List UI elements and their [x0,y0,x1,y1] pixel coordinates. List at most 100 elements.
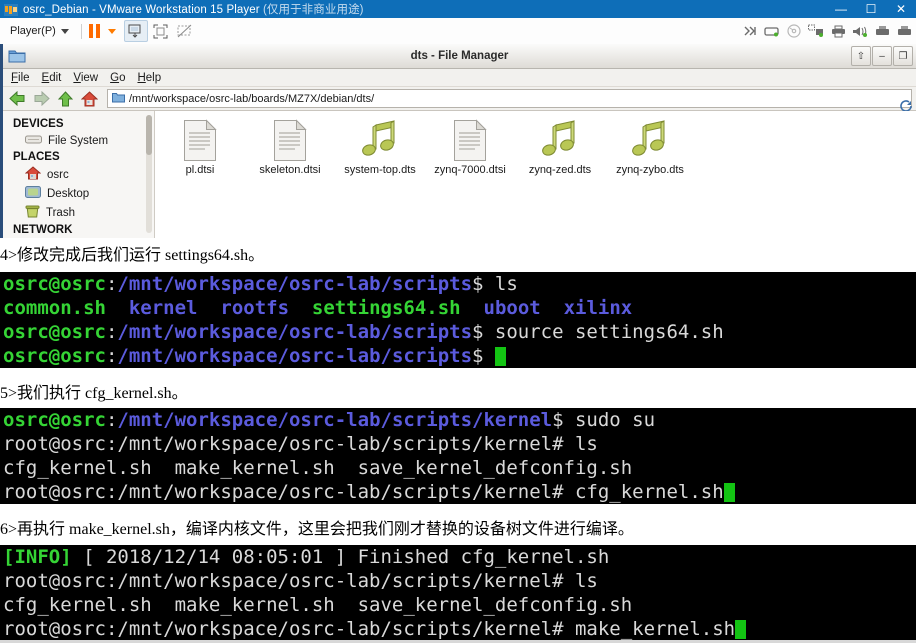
file-name: zynq-7000.dtsi [434,164,506,176]
prose-step5: 5>我们执行 cfg_kernel.sh。 [0,385,188,402]
minimize-button[interactable]: – [872,46,892,66]
terminal-text: cfg_kernel.sh make_kernel.sh save_kernel… [3,594,633,616]
unity-mode-icon[interactable] [123,20,148,42]
toolbar-separator [80,23,82,39]
minimize-icon[interactable]: — [826,0,856,18]
terminal-line: [INFO] [ 2018/12/14 08:05:01 ] Finished … [0,545,916,569]
file-name: system-top.dts [344,164,416,176]
usb-device-icon[interactable] [874,23,890,39]
sidebar-label-osrc: osrc [47,168,69,181]
terminal-cfg-kernel[interactable]: osrc@osrc:/mnt/workspace/osrc-lab/script… [0,408,916,504]
trash-icon [25,204,40,221]
close-icon[interactable]: ✕ [886,0,916,18]
menu-edit[interactable]: Edit [42,72,62,84]
sidebar-item-trash[interactable]: Trash [3,203,154,222]
sidebar-label-trash: Trash [46,206,75,219]
forward-arrow-icon[interactable] [31,89,51,109]
printer-icon[interactable] [830,23,846,39]
menu-edit-rest: dit [49,71,62,84]
vmware-toolbar: Player(P) [0,18,916,45]
terminal-text: $ source settings64.sh [472,321,724,343]
menu-go[interactable]: Go [110,72,125,84]
file-manager-menu-bar: File Edit View Go Help [3,69,916,87]
expand-devices-icon[interactable] [742,23,758,39]
back-arrow-icon[interactable] [7,89,27,109]
terminal-line: common.sh kernel rootfs settings64.sh ub… [0,296,916,320]
text-document-icon [155,117,245,161]
chevron-down-icon [60,28,69,34]
file-item-zynq-zed-dts[interactable]: zynq-zed.dts [515,117,605,176]
file-list-area[interactable]: pl.dtsi skeleton.dtsi system-top.dts zyn… [155,111,916,238]
menu-file[interactable]: File [11,72,30,84]
file-name: skeleton.dtsi [259,164,321,176]
pause-dropdown-icon[interactable] [107,28,116,34]
folder-icon [8,48,26,64]
terminal-text: osrc@osrc [3,273,106,295]
hard-disk-icon[interactable] [764,23,780,39]
path-folder-icon [112,90,125,108]
network-adapter-icon[interactable] [808,23,824,39]
terminal-line: cfg_kernel.sh make_kernel.sh save_kernel… [0,593,916,617]
menu-view[interactable]: View [73,72,98,84]
terminal-line: root@osrc:/mnt/workspace/osrc-lab/script… [0,569,916,593]
terminal-text: root@osrc:/mnt/workspace/osrc-lab/script… [3,570,598,592]
sidebar-item-file-system[interactable]: File System [3,132,154,149]
terminal-line: osrc@osrc:/mnt/workspace/osrc-lab/script… [0,344,916,368]
shade-button[interactable]: ⇧ [851,46,871,66]
prose-step6: 6>再执行 make_kernel.sh，编译内核文件，这里会把我们刚才替换的设… [0,521,634,538]
path-input[interactable]: /mnt/workspace/osrc-lab/boards/MZ7X/debi… [107,89,912,108]
terminal-text: : [105,409,118,431]
desktop-icon [25,185,41,202]
terminal-make-kernel[interactable]: [INFO] [ 2018/12/14 08:05:01 ] Finished … [0,545,916,641]
full-screen-icon[interactable] [150,21,172,41]
menu-help[interactable]: Help [137,72,161,84]
music-note-icon [515,117,605,161]
terminal-text: : [105,321,118,343]
terminal-text: /mnt/workspace/osrc-lab/scripts/kernel [117,409,553,431]
terminal-line: osrc@osrc:/mnt/workspace/osrc-lab/script… [0,272,916,296]
file-manager-window: dts - File Manager ⇧ – ❐ File Edit View … [0,44,916,238]
stretch-guest-icon[interactable] [174,21,196,41]
menu-go-label: G [110,71,120,84]
terminal-text: kernel [128,297,198,319]
file-item-system-top-dts[interactable]: system-top.dts [335,117,425,176]
sidebar-label-file-system: File System [48,134,109,147]
terminal-text: /mnt/workspace/osrc-lab/scripts [117,345,473,367]
sidebar-scrollbar[interactable] [146,115,152,233]
sound-card-icon[interactable] [852,23,868,39]
terminal-settings64[interactable]: osrc@osrc:/mnt/workspace/osrc-lab/script… [0,272,916,368]
text-document-icon [425,117,515,161]
terminal-text: : [105,345,118,367]
menu-file-label: F [11,71,19,84]
file-item-zynq-zybo-dts[interactable]: zynq-zybo.dts [605,117,695,176]
terminal-text: osrc@osrc [3,409,106,431]
terminal-line: root@osrc:/mnt/workspace/osrc-lab/script… [0,617,916,641]
terminal-text: osrc@osrc [3,345,106,367]
menu-view-rest: iew [80,71,99,84]
usb-device-2-icon[interactable] [896,23,912,39]
home-icon[interactable] [79,89,99,109]
file-item-pl-dtsi[interactable]: pl.dtsi [155,117,245,176]
terminal-text: root@osrc:/mnt/workspace/osrc-lab/script… [3,433,598,455]
file-name: pl.dtsi [185,164,215,176]
up-arrow-icon[interactable] [55,89,75,109]
text-document-icon [245,117,335,161]
file-item-skeleton-dtsi[interactable]: skeleton.dtsi [245,117,335,176]
terminal-text: $ [472,345,495,367]
sidebar-item-desktop[interactable]: Desktop [3,184,154,203]
terminal-text: common.sh [3,297,106,319]
vmware-title-main: osrc_Debian - VMware Workstation 15 Play… [23,4,263,16]
player-menu-button[interactable]: Player(P) [0,23,74,39]
terminal-cursor [494,347,506,366]
sidebar-header-network: NETWORK [13,224,73,236]
maximize-icon[interactable]: ☐ [856,0,886,18]
pause-icon[interactable] [88,24,100,38]
terminal-text: /mnt/workspace/osrc-lab/scripts [117,321,473,343]
cd-dvd-icon[interactable] [786,23,802,39]
terminal-text: [ 2018/12/14 08:05:01 ] Finished cfg_ker… [71,546,610,568]
maximize-button[interactable]: ❐ [893,46,913,66]
terminal-line: root@osrc:/mnt/workspace/osrc-lab/script… [0,480,916,504]
sidebar-item-osrc[interactable]: osrc [3,165,154,184]
file-item-zynq-7000-dtsi[interactable]: zynq-7000.dtsi [425,117,515,176]
